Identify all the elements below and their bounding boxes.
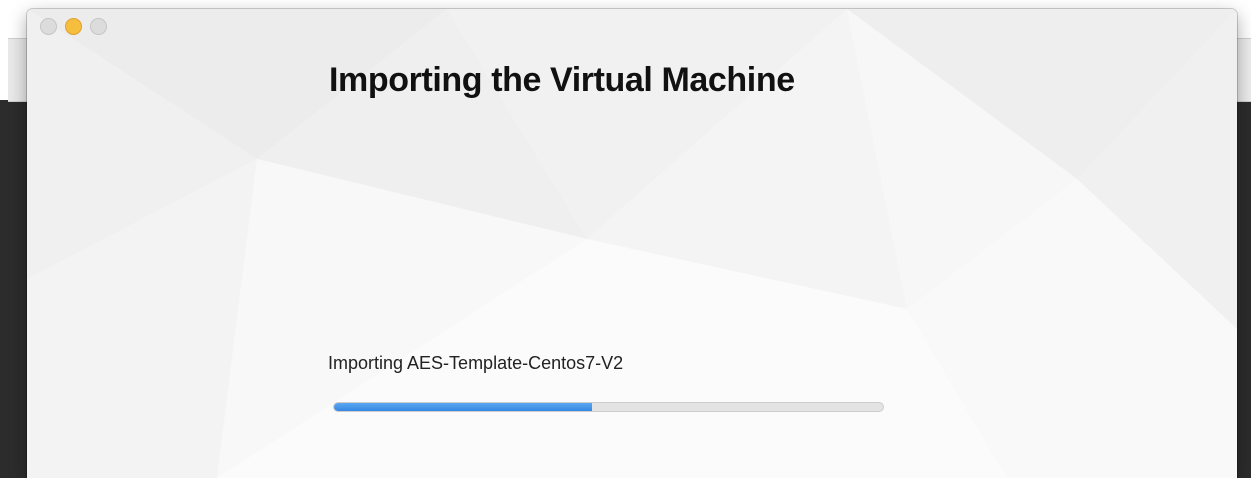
window-controls [40, 18, 107, 35]
import-progress-bar [333, 402, 884, 412]
page-title: Importing the Virtual Machine [329, 61, 795, 99]
import-dialog-window: Importing the Virtual Machine Importing … [27, 9, 1237, 478]
background-window-toolbar-right [1237, 38, 1251, 102]
close-window-button[interactable] [40, 18, 57, 35]
import-status-label: Importing AES-Template-Centos7-V2 [328, 353, 624, 373]
import-progress-fill [334, 403, 593, 411]
minimize-window-button[interactable] [65, 18, 82, 35]
zoom-window-button[interactable] [90, 18, 107, 35]
